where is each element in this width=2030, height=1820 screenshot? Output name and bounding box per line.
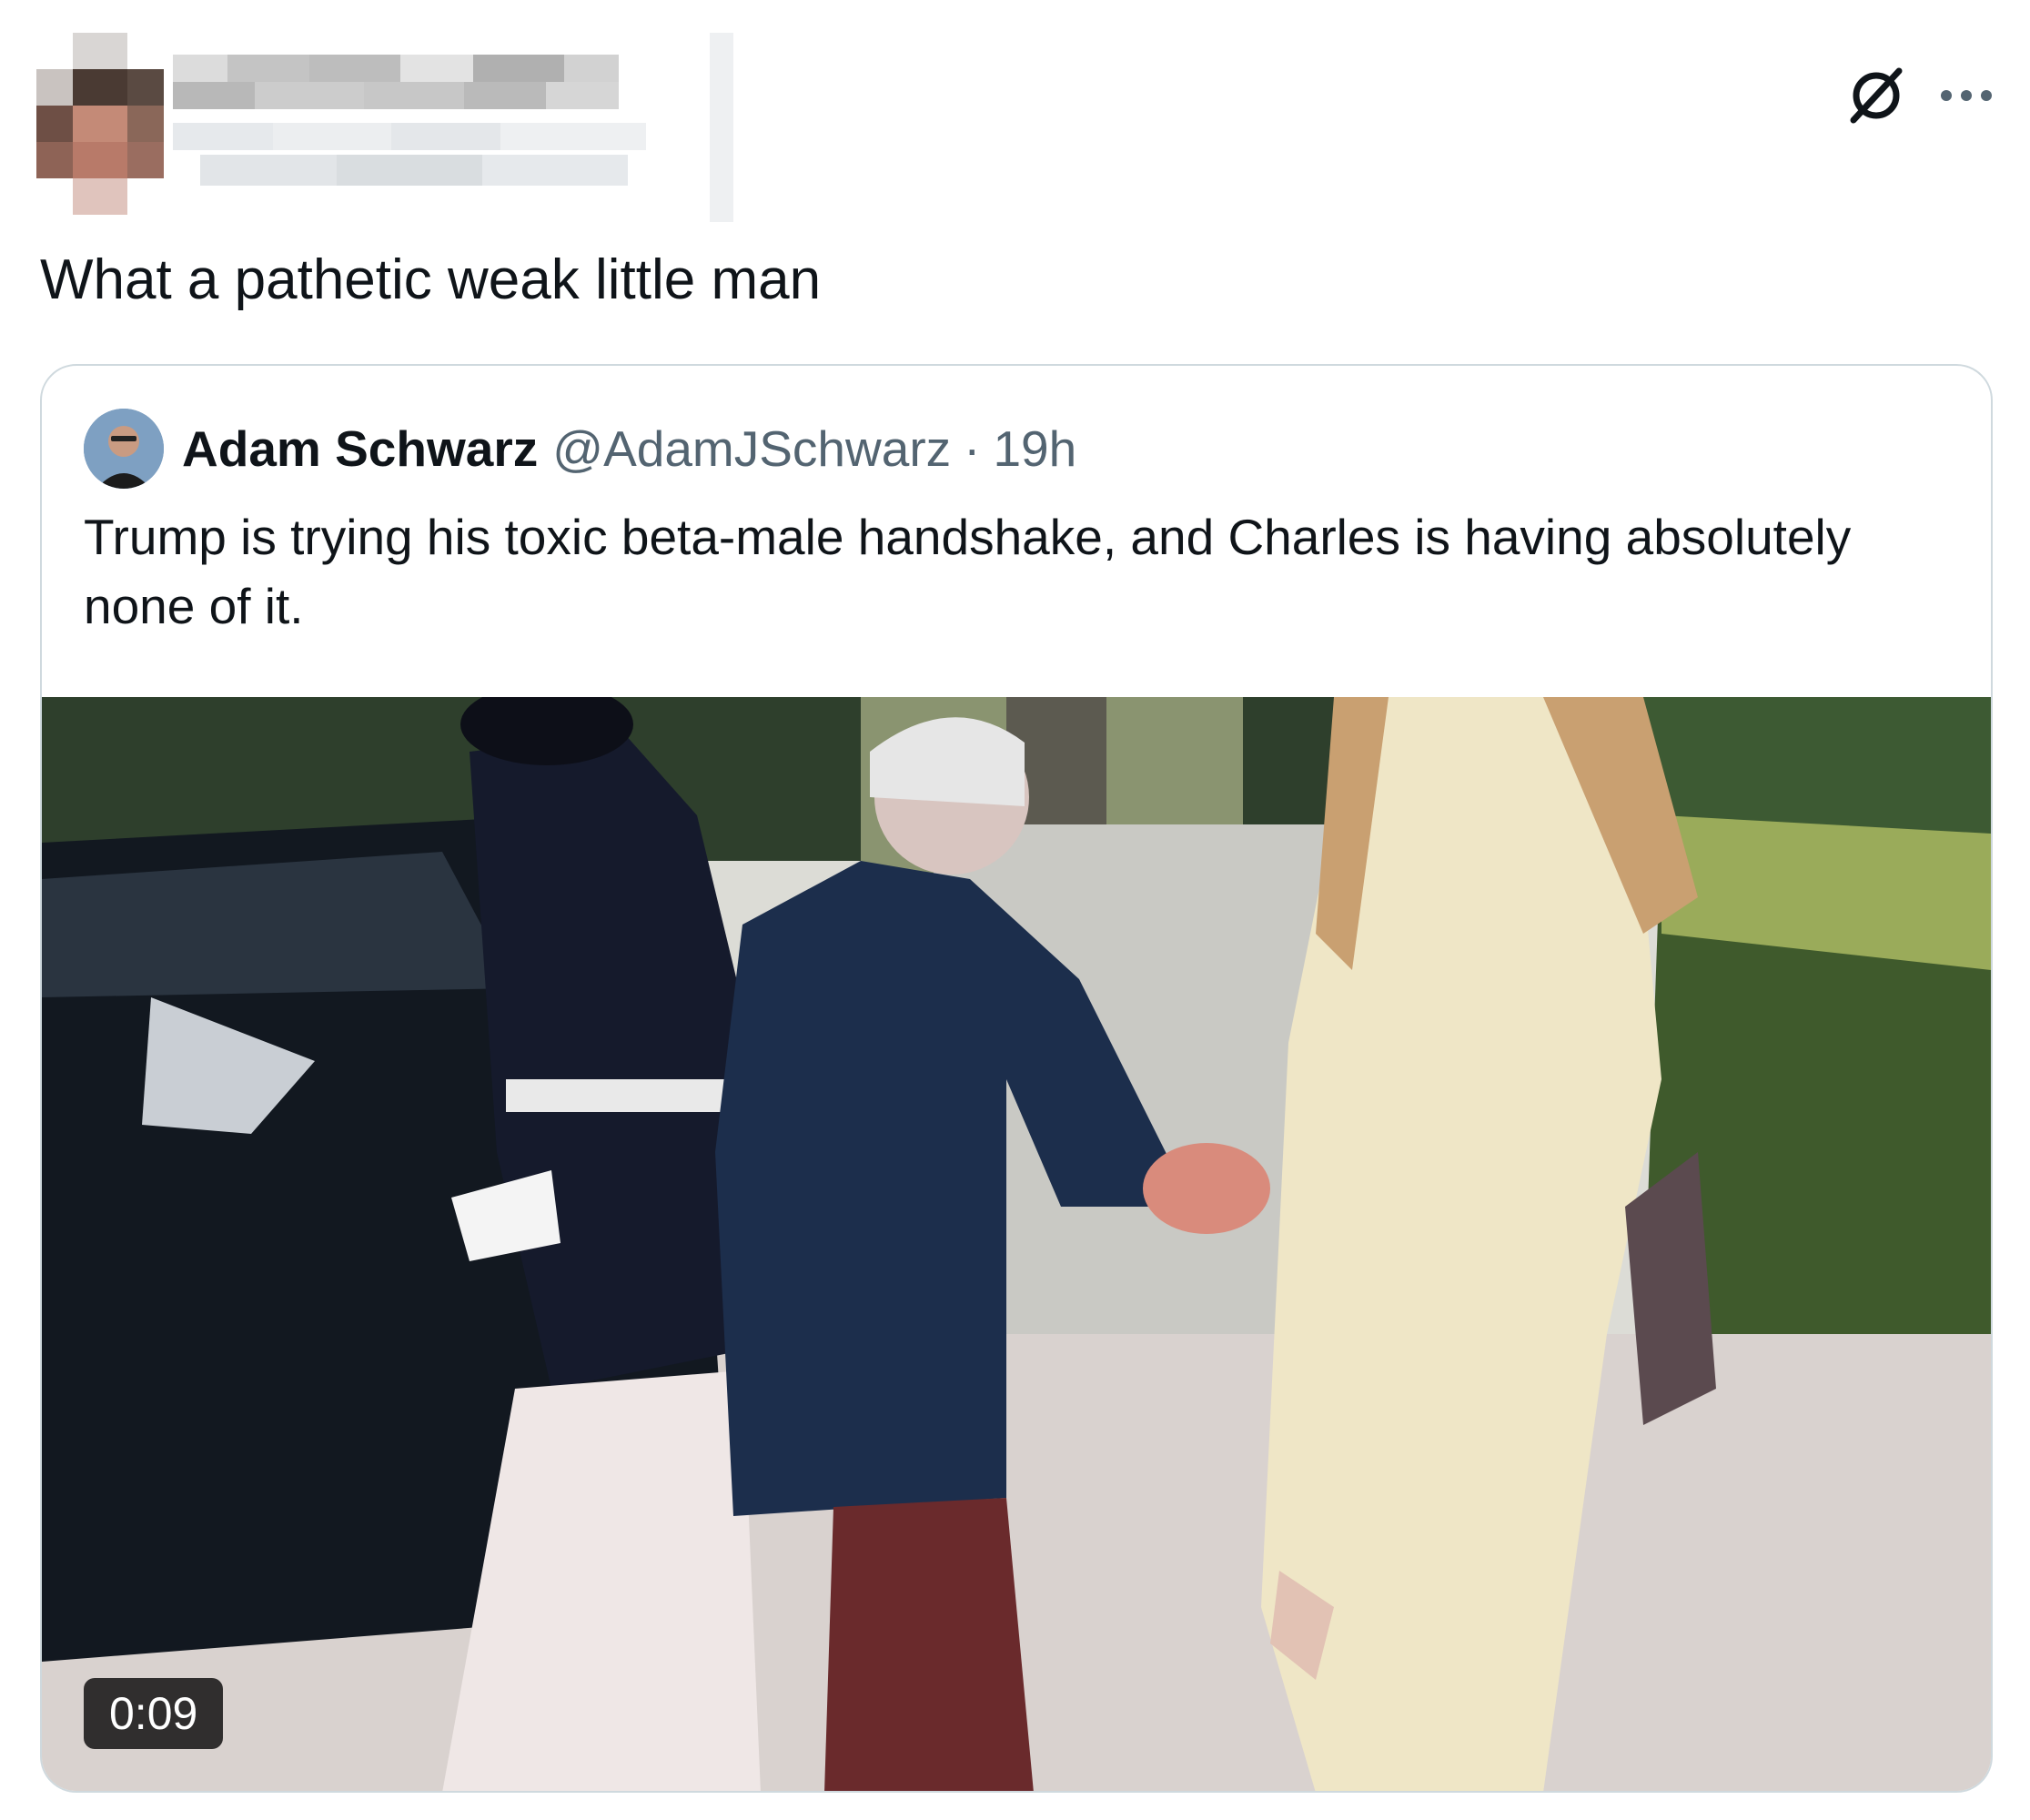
tweet-text: What a pathetic weak little man bbox=[40, 248, 822, 311]
more-dots-icon[interactable] bbox=[1939, 68, 1994, 123]
grok-icon[interactable] bbox=[1844, 64, 1908, 127]
separator-dot: · bbox=[964, 420, 981, 477]
quoted-author-name[interactable]: Adam Schwarz bbox=[182, 420, 538, 478]
video-duration-badge: 0:09 bbox=[84, 1678, 224, 1749]
quoted-timestamp[interactable]: 19h bbox=[993, 420, 1076, 478]
redacted-avatar[interactable] bbox=[36, 33, 164, 215]
quoted-tweet-header: Adam Schwarz @AdamJSchwarz · 19h bbox=[84, 408, 1076, 490]
video-thumbnail bbox=[42, 697, 1991, 1791]
video-player[interactable]: 0:09 bbox=[42, 697, 1991, 1791]
quoted-tweet[interactable]: Adam Schwarz @AdamJSchwarz · 19h Trump i… bbox=[40, 364, 1993, 1793]
quoted-tweet-text: Trump is trying his toxic beta-male hand… bbox=[84, 509, 1852, 634]
quoted-author-handle[interactable]: @AdamJSchwarz bbox=[552, 420, 951, 478]
header-divider bbox=[710, 33, 733, 222]
quoted-author-avatar[interactable] bbox=[84, 409, 164, 489]
redacted-name[interactable] bbox=[173, 55, 655, 191]
tweet-header bbox=[0, 0, 2030, 237]
